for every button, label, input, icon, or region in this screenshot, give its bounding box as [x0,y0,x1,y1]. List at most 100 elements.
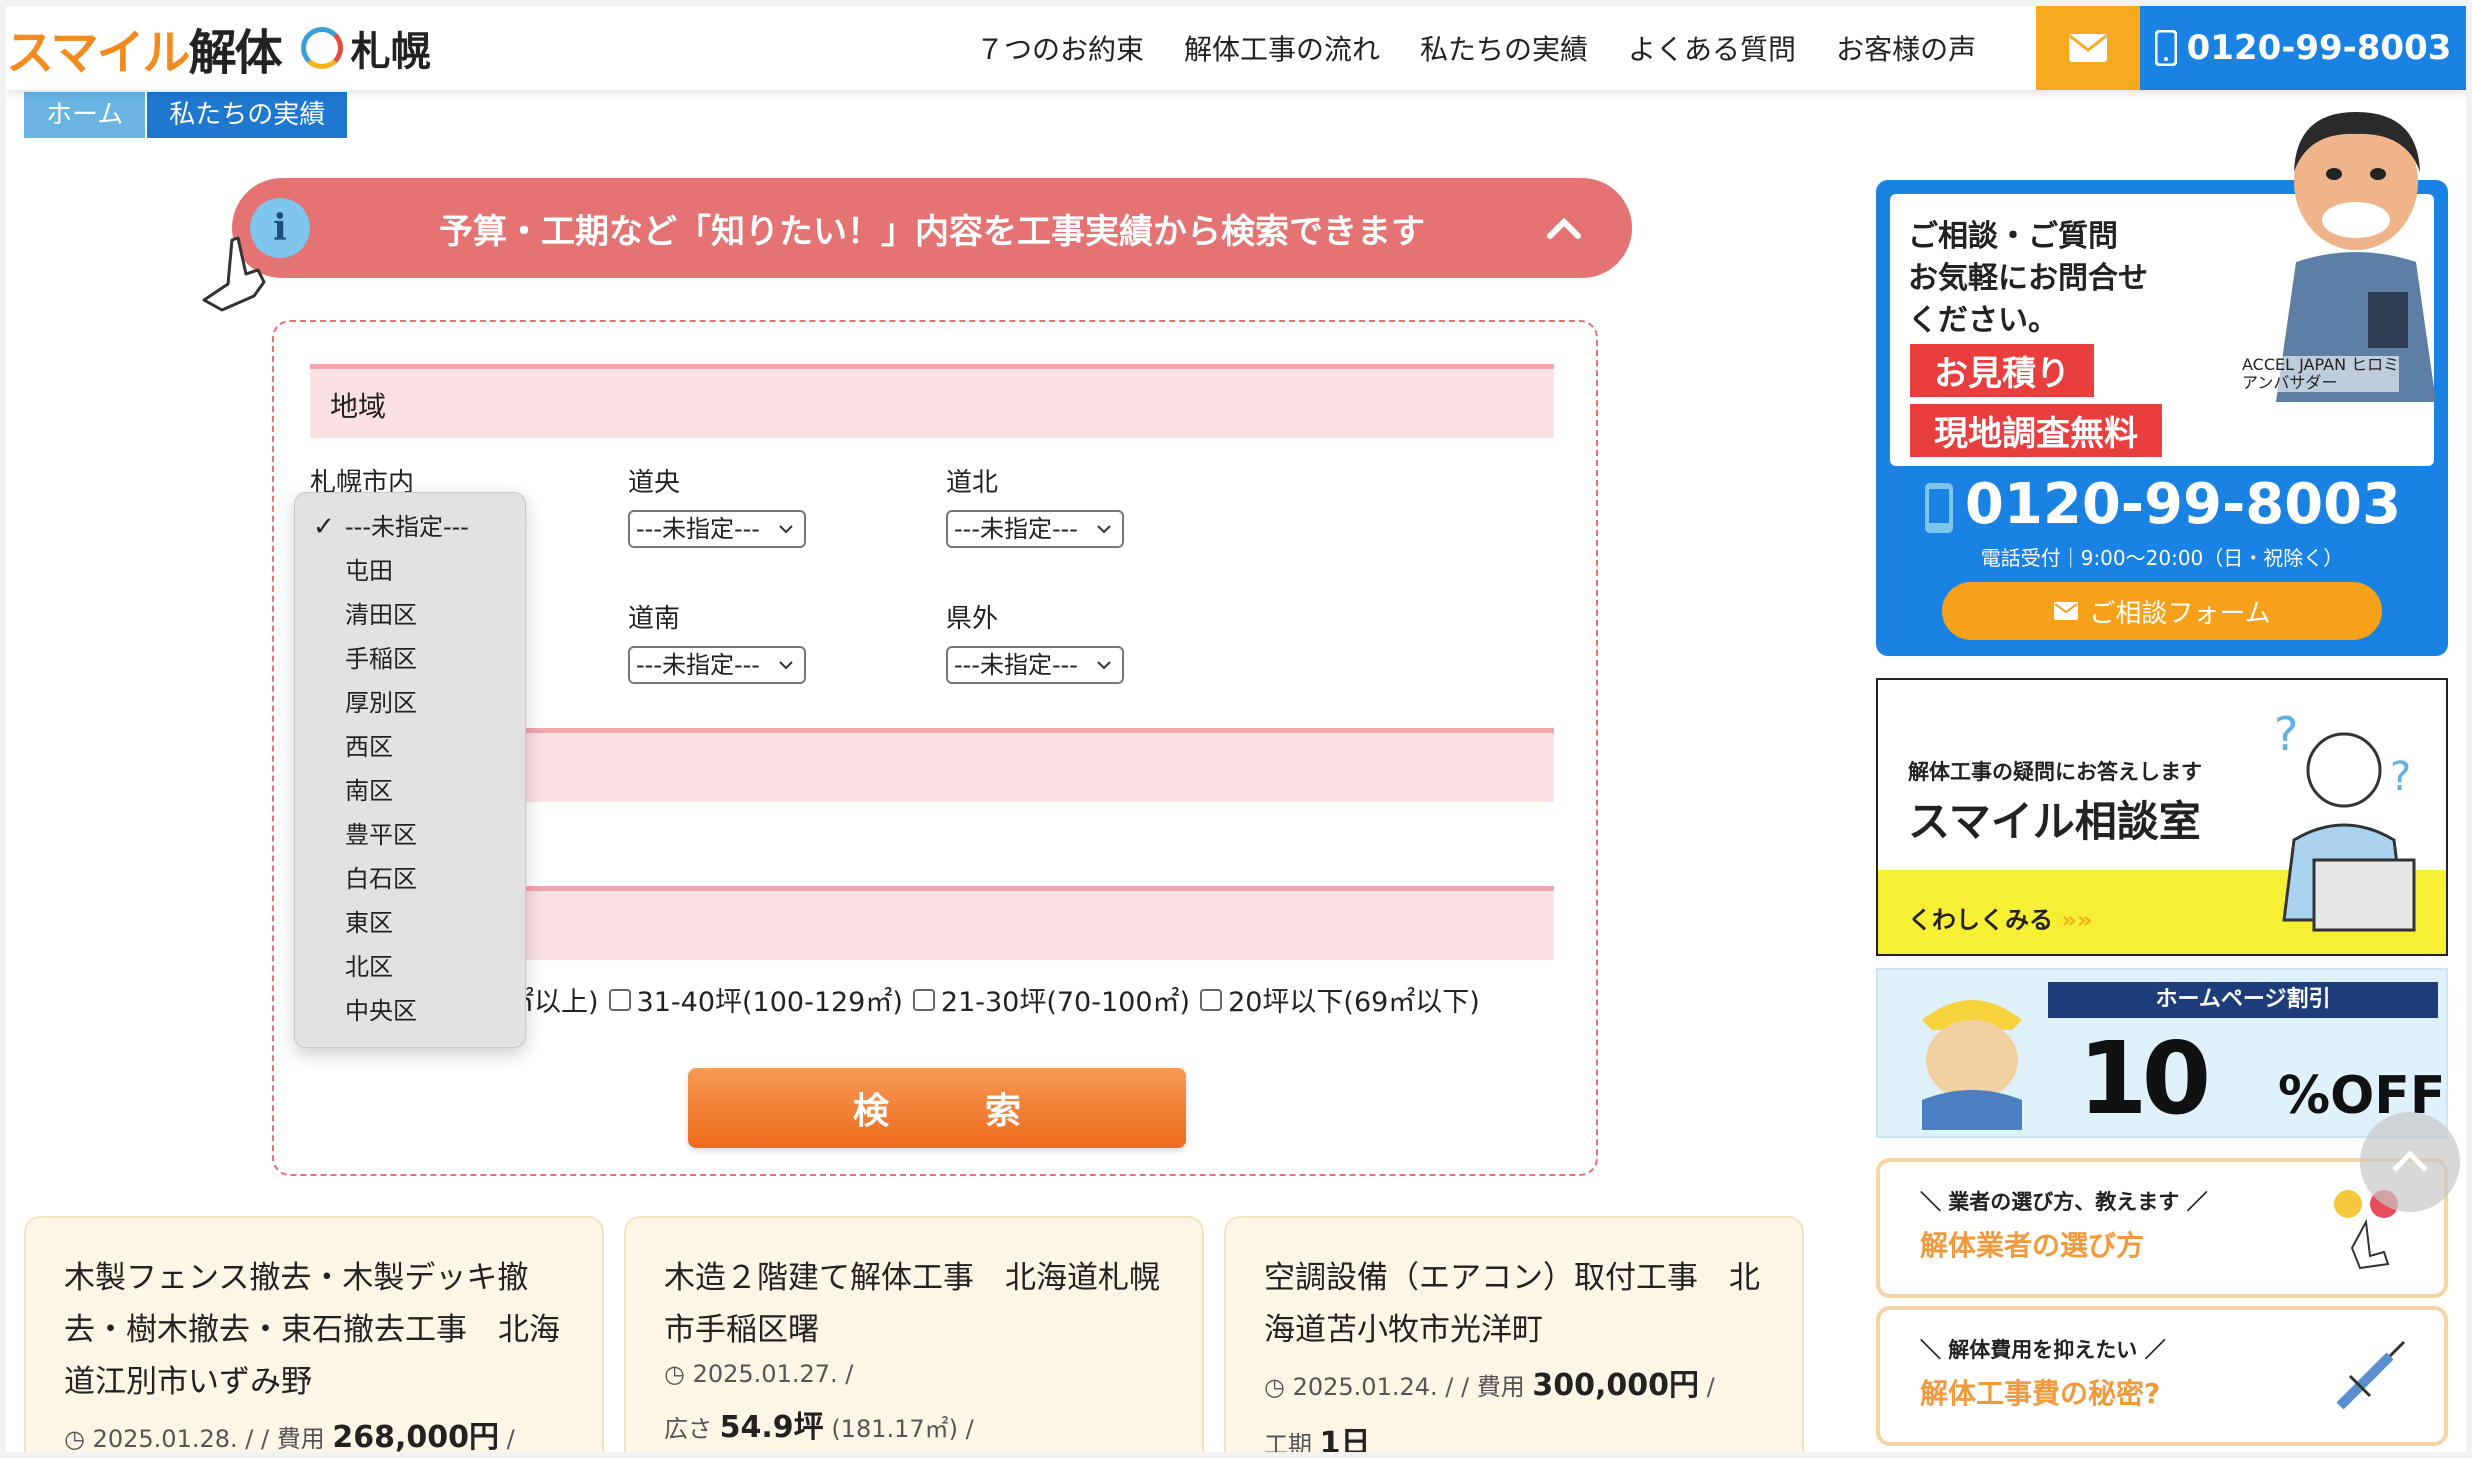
svg-text:?: ? [2274,707,2298,761]
area-checkbox-4[interactable]: 20坪以下(69㎡以下) [1200,980,1480,1019]
ambassador-caption-role: アンバサダー [2242,373,2338,392]
logo-main: スマイル解体 [6,13,283,83]
consult-form-label: ご相談フォーム [2089,598,2271,629]
scroll-to-top-button[interactable] [2360,1112,2460,1212]
card-title: 空調設備（エアコン）取付工事 北海道苫小牧市光洋町 [1264,1260,1760,1348]
area-checkbox-2[interactable]: 31-40坪(100-129㎡) [608,980,903,1019]
dounan-select[interactable]: ---未指定--- [628,646,806,684]
chevrons-icon: »» [2061,906,2093,934]
logo-sub: 札幌 [300,19,431,77]
checkbox-box[interactable] [912,988,935,1011]
search-button[interactable]: 検 索 [688,1068,1186,1148]
box2-subtitle: ＼ 解体費用を抑えたい ／ [1920,1338,2166,1362]
checkbox-box[interactable] [1200,988,1223,1011]
dropdown-option[interactable]: 北区 [295,945,525,989]
checkbox-box[interactable] [608,988,631,1011]
chevron-up-icon [2392,1150,2428,1172]
card-title: 木造２階建て解体工事 北海道札幌市手稲区曙 [664,1260,1160,1348]
cost-secret-box[interactable]: ＼ 解体費用を抑えたい ／ 解体工事費の秘密? [1876,1306,2448,1446]
chevron-down-icon [1097,525,1111,534]
dropdown-option[interactable]: ✓ ---未指定--- [295,505,525,549]
phone-button[interactable]: 0120-99-8003 [2140,6,2466,90]
dropdown-option[interactable]: 屯田 [295,549,525,593]
smile-consult-banner[interactable]: 解体工事の疑問にお答えします スマイル相談室 くわしくみる »» ? ? [1876,678,2448,956]
logo-text-kaitai: 解体 [188,25,283,81]
mail-icon [2054,602,2079,620]
area-checkboxes: ㎡以上) 31-40坪(100-129㎡) 21-30坪(70-100㎡) 20… [507,980,1480,1019]
logo-text-smile: スマイル [6,25,191,81]
card-area: 広さ 54.9坪 (181.17㎡) / [664,1410,974,1445]
dropdown-option[interactable]: 豊平区 [295,813,525,857]
page: スマイル解体 札幌 ７つのお約束 解体工事の流れ 私たちの実績 よくある質問 お… [6,6,2466,1452]
site-survey-tag: 現地調査無料 [1910,404,2162,457]
sapporo-select-dropdown[interactable]: ✓ ---未指定--- 屯田 清田区 手稲区 厚別区 西区 南区 豊平区 白石区 … [294,492,526,1048]
sidebar-phone[interactable]: 0120-99-8003 [1876,472,2448,537]
dropdown-option[interactable]: 中央区 [295,989,525,1033]
dropdown-option[interactable]: 清田区 [295,593,525,637]
mail-icon [2069,34,2107,62]
area-checkbox-4-label: 20坪以下(69㎡以下) [1228,987,1480,1018]
clock-icon: ◷ [64,1425,85,1452]
nav-voices[interactable]: お客様の声 [1836,28,1976,68]
banner-text: 予算・工期など「知りたい！」内容を工事実績から検索できます [439,211,1425,252]
svg-text:?: ? [2390,754,2411,800]
breadcrumb: ホーム 私たちの実績 [24,92,348,138]
result-card[interactable]: 空調設備（エアコン）取付工事 北海道苫小牧市光洋町 ◷ 2025.01.24. … [1224,1216,1804,1452]
contact-line: ご相談・ご質問 [1908,219,2118,254]
kengai-select-value: ---未指定--- [954,651,1078,679]
area-checkbox-2-label: 31-40坪(100-129㎡) [636,987,903,1018]
nav-works[interactable]: 私たちの実績 [1420,28,1588,68]
region-section-title: 地域 [330,390,387,423]
douou-select-value: ---未指定--- [636,515,760,543]
nav-faq[interactable]: よくある質問 [1628,28,1796,68]
card-date: 2025.01.27. [692,1360,838,1388]
dog-mascot-illustration [1922,1000,2022,1130]
phone-number: 0120-99-8003 [2186,28,2452,68]
card-date: 2025.01.24. [1292,1373,1438,1401]
banner1-subtitle: 解体工事の疑問にお答えします [1908,760,2202,784]
ambassador-caption: ACCEL JAPAN ヒロミ アンバサダー [2242,356,2400,392]
chevron-down-icon [1097,661,1111,670]
dropdown-option[interactable]: 東区 [295,901,525,945]
discount-bar: ホームページ割引 [2048,982,2438,1018]
phone-hours: 電話受付｜9:00〜20:00（日・祝除く） [1980,546,2344,570]
field-label-dounan: 道南 [628,604,681,634]
dropdown-option[interactable]: 白石区 [295,857,525,901]
contact-line: ください。 [1908,303,2058,338]
contact-text: ご相談・ご質問 お気軽にお問合せ ください。 [1908,216,2148,342]
result-card[interactable]: 木製フェンス撤去・木製デッキ撤去・樹木撤去・束石撤去工事 北海道江別市いずみ野 … [24,1216,604,1452]
dropdown-option[interactable]: 手稲区 [295,637,525,681]
syringe-icon [2336,1340,2406,1410]
card-meta: ◷ 2025.01.24. / / 費用 300,000円 / [1264,1368,1715,1403]
chevron-up-icon [1547,217,1581,239]
area-checkbox-3[interactable]: 21-30坪(70-100㎡) [912,980,1190,1019]
card-area-label: 広さ [664,1415,712,1443]
douou-select[interactable]: ---未指定--- [628,510,806,548]
card-area-value: 54.9坪 [719,1410,824,1445]
nav-promises[interactable]: ７つのお約束 [976,28,1144,68]
dropdown-option[interactable]: 南区 [295,769,525,813]
dropdown-option[interactable]: 厚別区 [295,681,525,725]
breadcrumb-home[interactable]: ホーム [24,92,146,138]
card-meta: ◷ 2025.01.27. / [664,1360,854,1388]
discount-number: 10 [2078,1020,2211,1137]
douhoku-select[interactable]: ---未指定--- [946,510,1124,548]
site-logo[interactable]: スマイル解体 札幌 [6,6,431,90]
region-section-header: 地域 [310,364,1554,438]
logo-text-sapporo: 札幌 [350,29,431,75]
result-card[interactable]: 木造２階建て解体工事 北海道札幌市手稲区曙 ◷ 2025.01.27. / 広さ… [624,1216,1204,1452]
kengai-select[interactable]: ---未指定--- [946,646,1124,684]
search-toggle-banner[interactable]: i 予算・工期など「知りたい！」内容を工事実績から検索できます [202,178,1632,312]
consult-form-button[interactable]: ご相談フォーム [1942,582,2382,640]
site-header: スマイル解体 札幌 ７つのお約束 解体工事の流れ 私たちの実績 よくある質問 お… [6,6,2466,90]
dropdown-option[interactable]: 西区 [295,725,525,769]
clock-icon: ◷ [1264,1373,1285,1401]
mail-button[interactable] [2036,6,2140,90]
box2-title: 解体工事費の秘密? [1920,1377,2161,1410]
card-date: 2025.01.28. [92,1425,238,1452]
nav-flow[interactable]: 解体工事の流れ [1184,28,1380,68]
card-area-m2: (181.17㎡) [831,1415,959,1443]
logo-ring-icon [300,27,343,69]
sidebar-phone-number: 0120-99-8003 [1964,472,2402,537]
card-cost-label: 費用 [1476,1373,1525,1401]
